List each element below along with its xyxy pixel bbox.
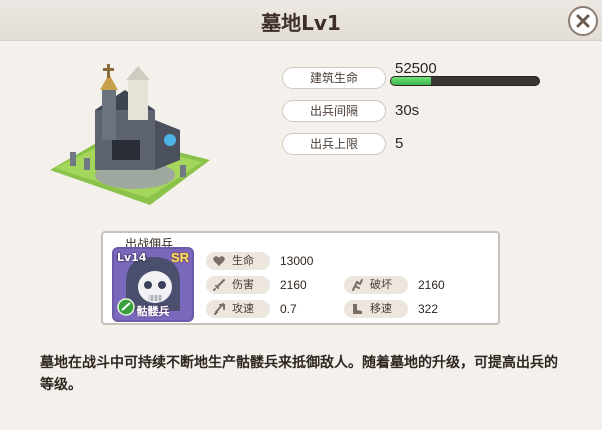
sword-icon	[213, 279, 225, 291]
unit-stat-destroy-label: 破坏	[370, 278, 392, 291]
stat-value-building-hp: 52500	[395, 60, 437, 77]
unit-stat-attack-speed-value: 0.7	[280, 302, 297, 316]
stat-label-spawn-limit: 出兵上限	[282, 133, 386, 155]
unit-stat-damage-value: 2160	[280, 278, 307, 292]
unit-stat-move-speed: 移速	[344, 300, 408, 318]
unit-name: 骷髅兵	[136, 305, 170, 318]
building-info-dialog: 墓地Lv1 建筑生命 52500 出兵间隔 30s 出兵上限 5 出战佣兵 Lv…	[0, 0, 602, 430]
boot-icon	[353, 304, 362, 314]
unit-stat-destroy: 破坏	[344, 276, 408, 294]
unit-stat-hp-label: 生命	[232, 254, 254, 267]
unit-stat-attack-speed-label: 攻速	[232, 302, 254, 315]
attack-speed-icon	[214, 303, 225, 315]
stat-value-spawn-limit: 5	[395, 135, 404, 152]
unit-stat-move-speed-value: 322	[418, 302, 439, 316]
dialog-title: 墓地Lv1	[261, 11, 341, 35]
heart-icon	[213, 256, 225, 266]
graveyard-building-image	[50, 64, 210, 205]
dialog-titlebar: 墓地Lv1	[0, 0, 602, 41]
unit-stat-hp-value: 13000	[280, 254, 314, 268]
building-hp-bar	[390, 76, 540, 86]
unit-stat-damage: 伤害	[206, 276, 270, 294]
close-icon	[576, 14, 590, 28]
unit-stat-hp: 生命	[206, 252, 270, 270]
unit-stat-move-speed-label: 移速	[370, 302, 392, 315]
stat-label-spawn-interval: 出兵间隔	[282, 100, 386, 122]
stat-label-building-hp: 建筑生命	[282, 67, 386, 89]
close-button[interactable]	[568, 6, 598, 36]
unit-stat-damage-label: 伤害	[232, 278, 254, 291]
unit-stat-destroy-value: 2160	[418, 278, 445, 292]
unit-stat-attack-speed: 攻速	[206, 300, 270, 318]
destroy-icon	[352, 279, 363, 291]
building-description: 墓地在战斗中可持续不断地生产骷髅兵来抵御敌人。随着墓地的升级，可提高出兵的等级。	[40, 355, 558, 393]
unit-portrait[interactable]: Lv14 SR 骷髅兵	[112, 247, 194, 322]
building-hp-bar-fill	[391, 77, 431, 85]
unit-level-tag: Lv14	[117, 251, 147, 264]
unit-rarity-badge: SR	[170, 250, 189, 265]
stat-value-spawn-interval: 30s	[395, 102, 420, 119]
